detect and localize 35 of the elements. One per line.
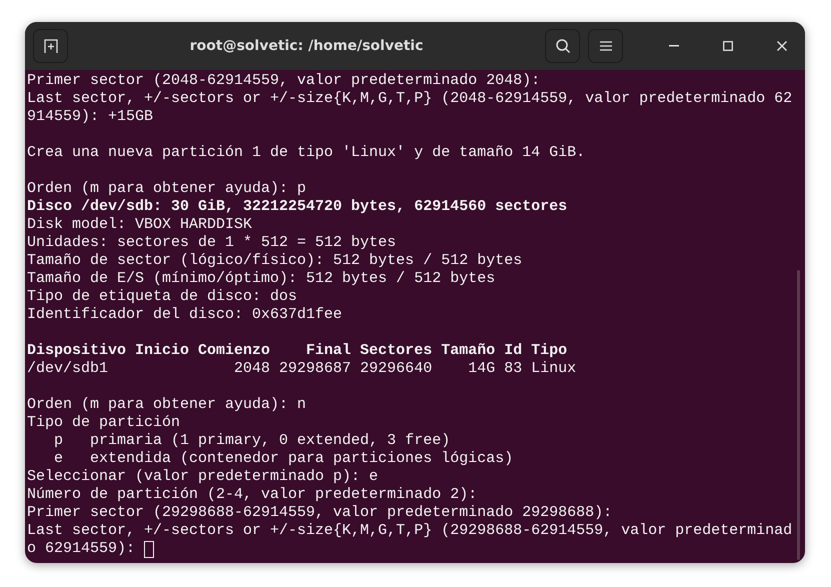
new-tab-icon	[42, 38, 58, 54]
terminal-line: /dev/sdb1 2048 29298687 29296640 14G 83 Linux	[27, 360, 576, 378]
terminal-line: 914559): +15GB	[27, 108, 154, 126]
terminal-line: Last sector, +/-sectors or +/-size{K,M,G,T,P} (29298688-62914559, valor predeterminad	[27, 522, 792, 540]
search-icon	[554, 38, 570, 54]
terminal-line: Seleccionar (valor predeterminado p): e	[27, 468, 378, 486]
terminal-line: Número de partición (2-4, valor predeterminado 2):	[27, 486, 478, 504]
maximize-icon	[723, 41, 733, 51]
terminal-line: Tipo de partición	[27, 414, 180, 432]
terminal-line: Orden (m para obtener ayuda): p	[27, 180, 306, 198]
terminal-line: Crea una nueva partición 1 de tipo 'Linux' y de tamaño 14 GiB.	[27, 144, 586, 162]
menu-icon	[600, 41, 612, 51]
terminal-line: Identificador del disco: 0x637d1fee	[27, 306, 342, 324]
search-button[interactable]	[545, 29, 580, 63]
terminal-line: Disk model: VBOX HARDDISK	[27, 216, 252, 234]
minimize-icon	[669, 45, 679, 47]
terminal-line: Tamaño de sector (lógico/físico): 512 bytes / 512 bytes	[27, 252, 522, 270]
terminal-line: Unidades: sectores de 1 * 512 = 512 bytes	[27, 234, 396, 252]
terminal-line: Dispositivo Inicio Comienzo Final Sectores Tamaño Id Tipo	[27, 342, 568, 360]
terminal-line: Tamaño de E/S (mínimo/óptimo): 512 bytes / 512 bytes	[27, 270, 496, 288]
text-cursor	[144, 540, 154, 558]
terminal-line: Tipo de etiqueta de disco: dos	[27, 288, 298, 306]
terminal-line: e extendida (contenedor para particiones lógicas)	[53, 450, 514, 468]
terminal-line: Disco /dev/sdb: 30 GiB, 32212254720 bytes, 62914560 sectores	[27, 198, 568, 216]
new-tab-button[interactable]	[33, 29, 68, 63]
terminal-line: Orden (m para obtener ayuda): n	[27, 396, 306, 414]
menu-button[interactable]	[588, 29, 623, 63]
window-title: root@solvetic: /home/solvetic	[188, 36, 424, 56]
terminal-line: Last sector, +/-sectors or +/-size{K,M,G,T,P} (2048-62914559, valor predeterminado 62	[27, 90, 792, 108]
terminal-line: Primer sector (29298688-62914559, valor predeterminado 29298688):	[27, 504, 612, 522]
terminal-line: Primer sector (2048-62914559, valor predeterminado 2048):	[27, 72, 540, 90]
close-icon	[777, 41, 787, 51]
terminal-line: p primaria (1 primary, 0 extended, 3 free)	[53, 432, 450, 450]
terminal-line: o 62914559):	[27, 540, 136, 558]
scrollbar[interactable]	[797, 270, 800, 560]
